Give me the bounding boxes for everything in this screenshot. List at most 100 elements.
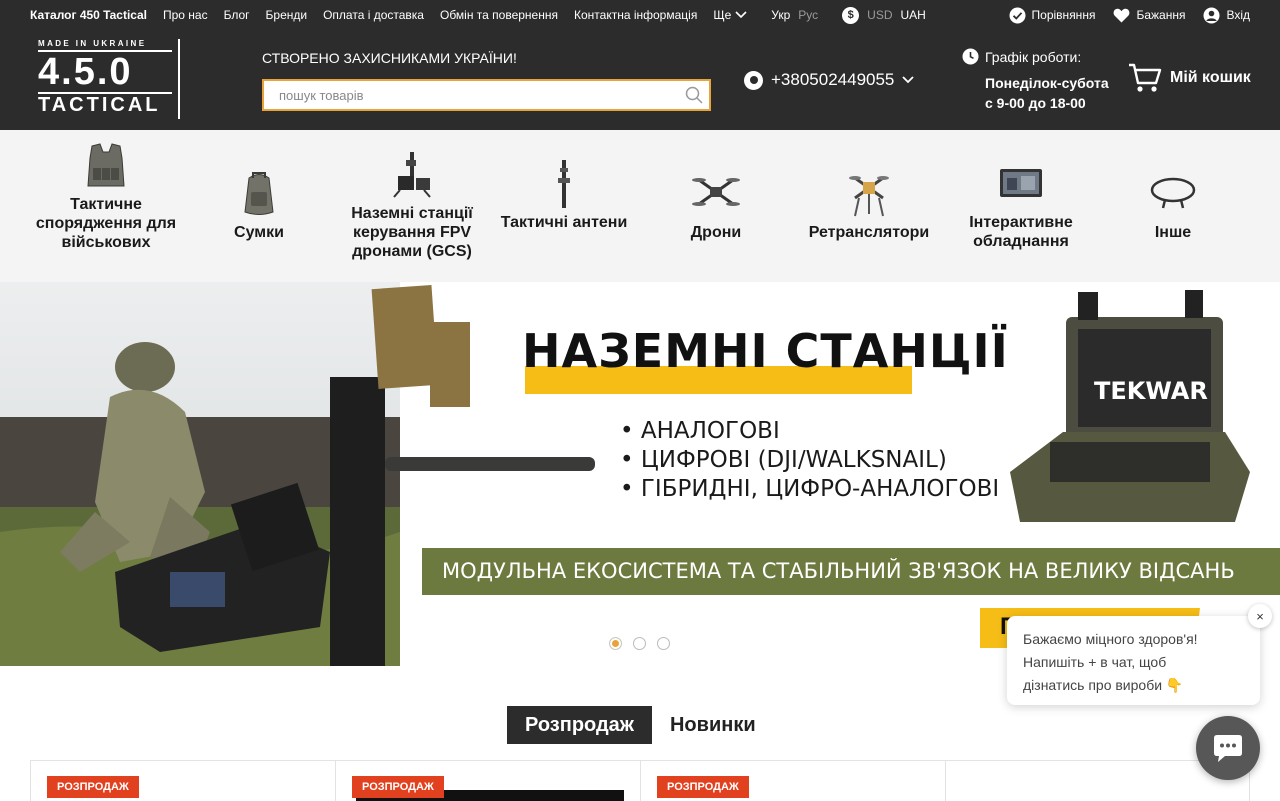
ground-station-icon (393, 152, 431, 198)
drone-icon (692, 178, 740, 206)
product-card[interactable]: РОЗПРОДАЖ (335, 761, 640, 801)
currency-switch: $ USD UAH (842, 6, 926, 24)
user-icon (1203, 7, 1220, 23)
currency-usd[interactable]: USD (867, 8, 892, 22)
banner-bullet-analog: • АНАЛОГОВІ (620, 418, 780, 444)
category-ground-stations[interactable]: Наземні станції керування FPV дронами (G… (337, 130, 487, 282)
logo-divider (178, 39, 180, 119)
search-box (262, 79, 711, 111)
slide-dot-1[interactable] (609, 637, 622, 650)
vodafone-icon (744, 70, 763, 90)
compare-label: Порівняння (1031, 8, 1096, 22)
search-icon[interactable] (685, 86, 703, 104)
banner-stripe-text: МОДУЛЬНА ЕКОСИСТЕМА ТА СТАБІЛЬНИЙ ЗВ'ЯЗО… (442, 559, 1235, 583)
nav-contacts[interactable]: Контактна інформація (574, 8, 697, 22)
logo-number: 4.5.0 (38, 50, 172, 94)
slogan: СТВОРЕНО ЗАХИСНИКАМИ УКРАЇНИ! (262, 50, 517, 66)
cart-label: Мій кошик (1170, 69, 1251, 86)
category-repeaters[interactable]: Ретранслятори (794, 130, 944, 282)
plate-carrier-icon (87, 143, 125, 187)
category-label: Сумки (234, 224, 284, 241)
category-antennas[interactable]: Тактичні антени (489, 130, 639, 282)
category-label: Ретранслятори (808, 224, 930, 241)
phone-dropdown[interactable]: +380502449055 (744, 70, 915, 90)
category-label: Тактичне спорядження для військових (35, 196, 177, 251)
slide-dot-2[interactable] (633, 637, 646, 650)
sale-badge: РОЗПРОДАЖ (657, 776, 749, 798)
slide-dot-3[interactable] (657, 637, 670, 650)
language-switch: Укр Рус (771, 8, 818, 22)
banner-bullets: • АНАЛОГОВІ • ЦИФРОВІ (DJI/WALKSNAIL) • … (620, 417, 999, 504)
category-label: Тактичні антени (500, 214, 628, 231)
nav-exchange-return[interactable]: Обмін та повернення (440, 8, 558, 22)
banner-title: НАЗЕМНІ СТАНЦІЇ (522, 324, 1009, 378)
nav-brands[interactable]: Бренди (266, 8, 308, 22)
product-tabs: Розпродаж Новинки (507, 706, 774, 744)
chevron-down-icon (902, 76, 915, 84)
banner-bullet-hybrid: • ГІБРИДНІ, ЦИФРО-АНАЛОГОВІ (620, 476, 1000, 502)
category-label: Наземні станції керування FPV дронами (G… (351, 205, 473, 260)
category-other[interactable]: Інше (1098, 130, 1248, 282)
logo-made-in: MADE IN UKRAINE (38, 39, 147, 48)
product-grid: РОЗПРОДАЖ РОЗПРОДАЖ РОЗПРОДАЖ (30, 760, 1250, 801)
backpack-icon (244, 172, 274, 215)
schedule-hours: с 9-00 до 18-00 (985, 95, 1086, 111)
cart-icon (1129, 63, 1162, 92)
logo-tactical: TACTICAL (38, 94, 161, 116)
chat-line-2: Напишіть + в чат, щоб (1023, 654, 1167, 670)
nav-about[interactable]: Про нас (163, 8, 208, 22)
dollar-icon: $ (842, 6, 860, 24)
top-bar: Каталог 450 Tactical Про нас Блог Бренди… (0, 0, 1280, 30)
category-tactical-gear[interactable]: Тактичне спорядження для військових (31, 130, 181, 282)
search-input[interactable] (264, 81, 664, 109)
work-schedule: Графік роботи: Понеділок-субота с 9-00 д… (962, 48, 1109, 113)
category-label: Інше (1154, 224, 1192, 241)
schedule-title: Графік роботи: (985, 48, 1082, 65)
nav-blog[interactable]: Блог (224, 8, 250, 22)
antenna-icon (558, 160, 570, 208)
screen-icon (1000, 169, 1042, 197)
category-menu: Тактичне спорядження для військових Сумк… (0, 130, 1280, 282)
banner-bullet-digital: • ЦИФРОВІ (DJI/WALKSNAIL) (620, 447, 947, 473)
banner-pagination (609, 637, 670, 650)
nav-catalog[interactable]: Каталог 450 Tactical (30, 8, 147, 22)
cart-link[interactable]: Мій кошик (1128, 62, 1251, 94)
wishlist-link[interactable]: Бажання (1113, 8, 1185, 23)
category-label: Дрони (690, 224, 742, 241)
chat-line-3: дізнатись про вироби 👇 (1023, 677, 1184, 693)
lang-ukr[interactable]: Укр (771, 8, 790, 22)
login-link[interactable]: Вхід (1203, 7, 1250, 24)
tab-new[interactable]: Новинки (652, 706, 774, 744)
login-label: Вхід (1226, 8, 1250, 22)
category-interactive-equipment[interactable]: Інтерактивне обладнання (946, 130, 1096, 282)
category-bags[interactable]: Сумки (184, 130, 334, 282)
chat-line-1: Бажаємо міцного здоров'я! (1023, 631, 1198, 647)
chat-open-button[interactable] (1196, 716, 1260, 780)
product-card[interactable]: РОЗПРОДАЖ (30, 761, 335, 801)
top-nav: Каталог 450 Tactical Про нас Блог Бренди… (30, 0, 926, 30)
top-right-links: Порівняння Бажання Вхід (1009, 0, 1250, 30)
lang-rus[interactable]: Рус (798, 8, 818, 22)
wishlist-label: Бажання (1136, 8, 1186, 22)
compare-link[interactable]: Порівняння (1009, 7, 1096, 24)
sale-badge: РОЗПРОДАЖ (352, 776, 444, 798)
repeater-icon (849, 176, 889, 217)
chat-popup[interactable]: Бажаємо міцного здоров'я! Напишіть + в ч… (1007, 616, 1260, 705)
nav-more[interactable]: Ще (713, 8, 747, 22)
site-logo[interactable]: MADE IN UKRAINE 4.5.0 TACTICAL (38, 39, 182, 119)
product-card[interactable]: РОЗПРОДАЖ (640, 761, 945, 801)
hero-banner[interactable]: НАЗЕМНІ СТАНЦІЇ • АНАЛОГОВІ • ЦИФРОВІ (D… (0, 282, 1280, 666)
category-drones[interactable]: Дрони (641, 130, 791, 282)
chevron-down-icon (735, 11, 747, 19)
currency-uah[interactable]: UAH (901, 8, 926, 22)
chat-bubble-icon (1214, 735, 1242, 762)
header: MADE IN UKRAINE 4.5.0 TACTICAL СТВОРЕНО … (0, 30, 1280, 130)
nav-more-label: Ще (713, 8, 732, 22)
phone-number: +380502449055 (771, 70, 895, 89)
tab-sale[interactable]: Розпродаж (507, 706, 652, 744)
nav-payment-delivery[interactable]: Оплата і доставка (323, 8, 424, 22)
chat-close-button[interactable]: × (1248, 604, 1272, 628)
check-circle-icon (1009, 7, 1026, 23)
banner-brand: TEKWAR (1094, 377, 1208, 405)
sale-badge: РОЗПРОДАЖ (47, 776, 139, 798)
